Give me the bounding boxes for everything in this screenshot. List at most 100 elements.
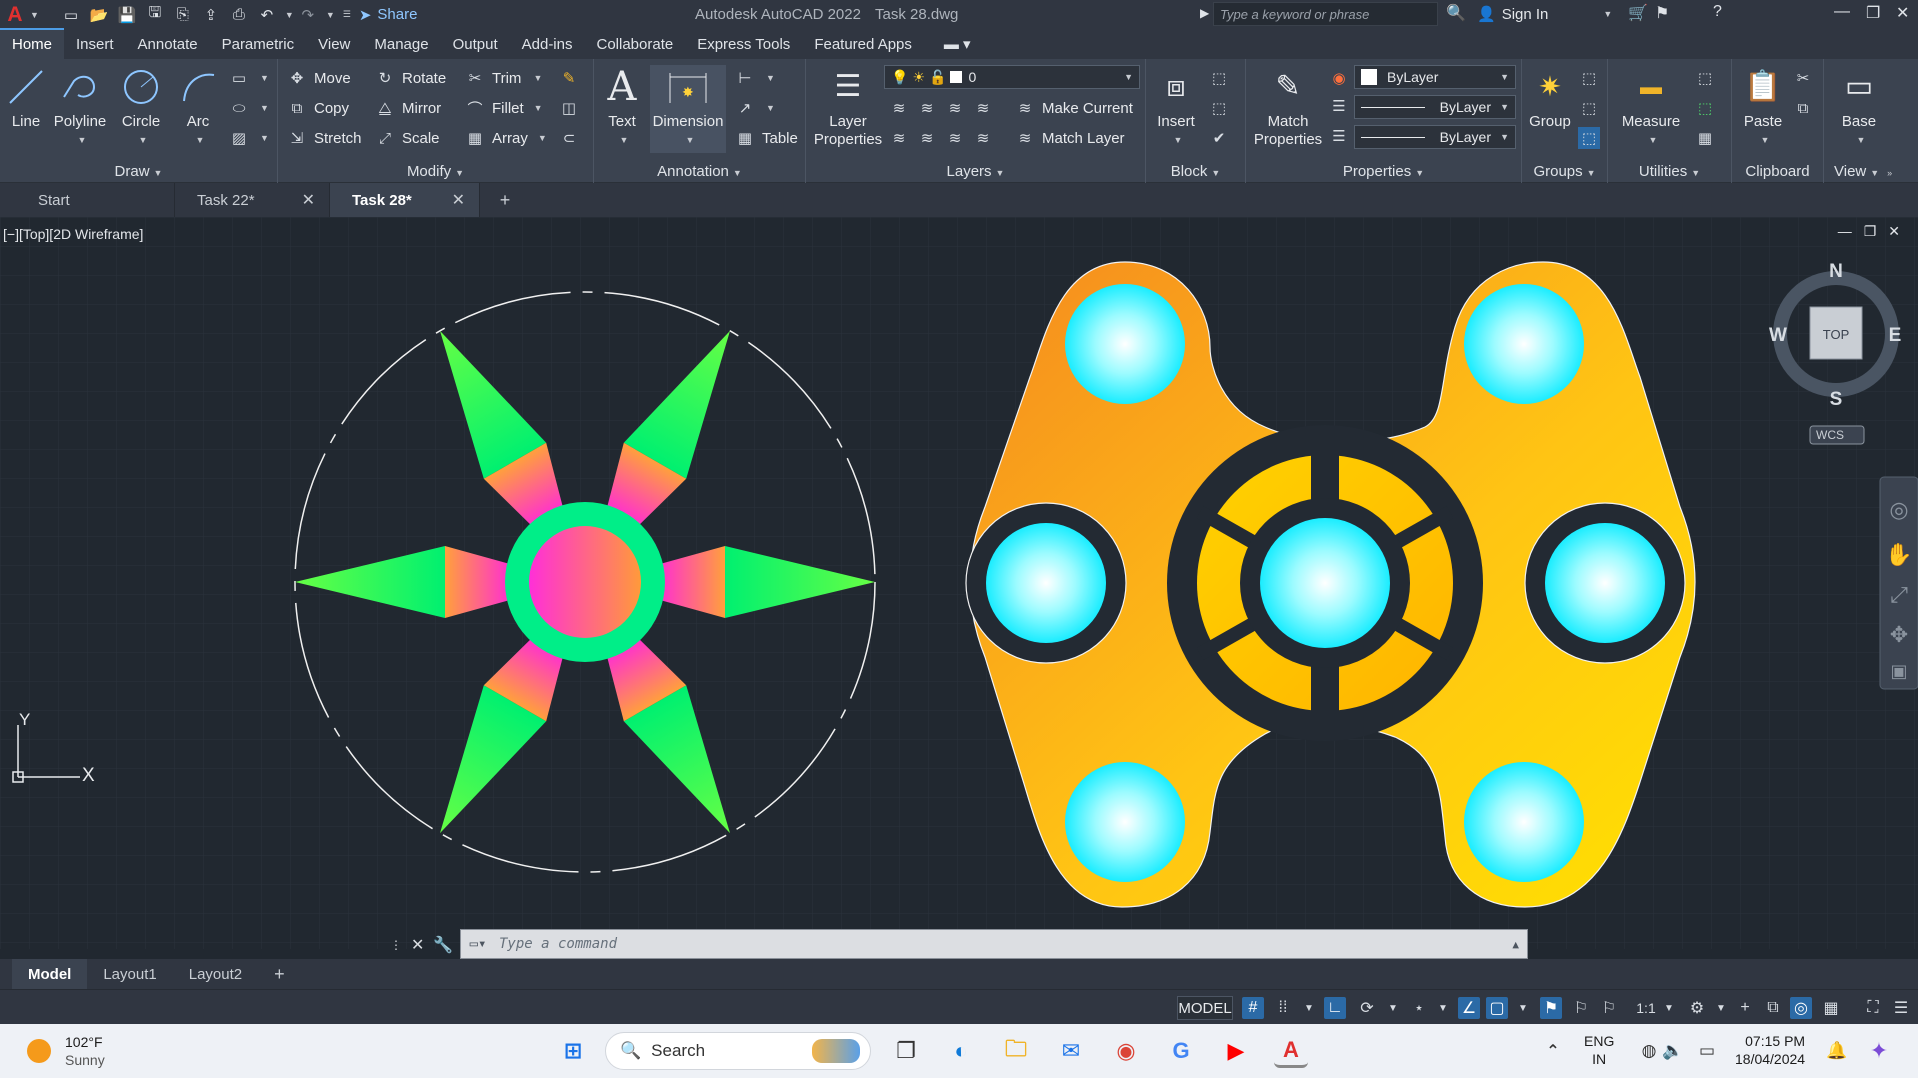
tab-express-tools[interactable]: Express Tools bbox=[685, 30, 802, 59]
start-menu-icon[interactable]: ⊞ bbox=[556, 1034, 590, 1068]
input-language-indicator[interactable]: ENG IN bbox=[1584, 1032, 1614, 1068]
polar-tracking-icon[interactable]: ⟳ bbox=[1356, 997, 1378, 1019]
layer-tools-row-1[interactable]: ≋ ≋ ≋ ≋ bbox=[888, 97, 1000, 119]
view-panel-title[interactable]: View ▼» bbox=[1824, 163, 1918, 180]
ortho-mode-icon[interactable]: ∟ bbox=[1324, 997, 1346, 1019]
open-file-icon[interactable]: 📂 bbox=[88, 4, 110, 26]
notifications-icon[interactable]: 🔔 bbox=[1820, 1034, 1854, 1068]
tab-collaborate[interactable]: Collaborate bbox=[584, 30, 685, 59]
dimension-dropdown-icon[interactable]: ▼ bbox=[686, 131, 695, 149]
show-hidden-icons[interactable]: ⌃ bbox=[1536, 1034, 1570, 1068]
copy-button[interactable]: ⧉ Copy bbox=[286, 97, 349, 119]
insert-button[interactable]: ⧈ Insert ▼ bbox=[1150, 65, 1202, 149]
groups-panel-title[interactable]: Groups ▼ bbox=[1522, 163, 1607, 180]
create-block-button[interactable]: ⬚ bbox=[1208, 67, 1236, 89]
showmotion-icon[interactable]: ▣ bbox=[1890, 661, 1907, 681]
command-line[interactable]: ▭▾ Type a command ▲ bbox=[460, 929, 1528, 959]
text-button[interactable]: A Text ▼ bbox=[602, 65, 642, 149]
scale-dropdown-icon[interactable]: ▼ bbox=[1658, 997, 1680, 1019]
close-window-button[interactable]: ✕ bbox=[1896, 3, 1909, 23]
ungroup-button[interactable]: ⬚ bbox=[1578, 67, 1606, 89]
chrome-icon[interactable]: ◉ bbox=[1109, 1034, 1143, 1068]
viewport-minimize-icon[interactable]: — bbox=[1838, 223, 1852, 240]
draw-panel-title[interactable]: Draw ▼ bbox=[0, 163, 277, 180]
ribbon-display-options-icon[interactable]: ▬ ▾ bbox=[932, 29, 983, 59]
new-tab-button[interactable]: + bbox=[480, 183, 530, 217]
workspace-dropdown-icon[interactable]: ▼ bbox=[1710, 997, 1732, 1019]
share-button[interactable]: ➤ Share bbox=[359, 6, 418, 24]
fillet-dropdown-icon[interactable]: ▼ bbox=[534, 103, 543, 113]
undo-icon[interactable]: ↶ bbox=[256, 4, 278, 26]
linear-dimension-button[interactable]: ⊢ ▼ bbox=[734, 67, 775, 89]
tab-view[interactable]: View bbox=[306, 30, 362, 59]
command-expand-icon[interactable]: ▲ bbox=[1512, 938, 1519, 951]
tab-add-ins[interactable]: Add-ins bbox=[510, 30, 585, 59]
autodesk-app-store-icon[interactable]: 🛒 bbox=[1628, 3, 1648, 23]
drawing-viewport[interactable]: Y X TOP N S E W WCS ◎ ✋ ⤢ ✥ ▣ [−][Top][2… bbox=[0, 217, 1918, 949]
sign-in-button[interactable]: 👤 Sign In ▼ bbox=[1477, 5, 1612, 24]
command-customize-icon[interactable]: 🔧 bbox=[433, 935, 453, 955]
new-file-icon[interactable]: ▭ bbox=[60, 4, 82, 26]
edit-attribute-button[interactable]: ✔ bbox=[1208, 127, 1236, 149]
paste-dropdown-icon[interactable]: ▼ bbox=[1761, 131, 1770, 149]
stretch-button[interactable]: ⇲ Stretch bbox=[286, 127, 362, 149]
cut-button[interactable]: ✂ bbox=[1792, 67, 1820, 89]
tab-home[interactable]: Home bbox=[0, 28, 65, 59]
help-icon[interactable]: ? bbox=[1713, 3, 1722, 21]
app-menu-dropdown-icon[interactable]: ▼ bbox=[30, 10, 39, 20]
isometric-dropdown-icon[interactable]: ▼ bbox=[1432, 997, 1454, 1019]
system-clock[interactable]: 07:15 PM 18/04/2024 bbox=[1735, 1032, 1805, 1068]
tab-parametric[interactable]: Parametric bbox=[210, 30, 307, 59]
dimension-button[interactable]: ✸ Dimension ▼ bbox=[650, 65, 726, 153]
polar-dropdown-icon[interactable]: ▼ bbox=[1382, 997, 1404, 1019]
line-button[interactable]: Line bbox=[8, 65, 44, 131]
polyline-button[interactable]: Polyline ▼ bbox=[52, 65, 108, 149]
redo-icon[interactable]: ↷ bbox=[297, 4, 319, 26]
object-snap-tracking-icon[interactable]: ∠ bbox=[1458, 997, 1480, 1019]
layer-tools-row-2[interactable]: ≋ ≋ ≋ ≋ bbox=[888, 127, 1000, 149]
ellipse-dropdown-icon[interactable]: ▼ bbox=[260, 103, 269, 113]
google-icon[interactable]: G bbox=[1164, 1034, 1198, 1068]
minimize-window-button[interactable]: — bbox=[1834, 3, 1850, 21]
base-dropdown-icon[interactable]: ▼ bbox=[1857, 131, 1866, 149]
compass-north[interactable]: N bbox=[1829, 261, 1843, 282]
match-layer-button[interactable]: ≋ Match Layer bbox=[1014, 127, 1125, 149]
compass-west[interactable]: W bbox=[1769, 325, 1787, 346]
select-all-button[interactable]: ⬚ bbox=[1694, 97, 1722, 119]
snap-mode-icon[interactable]: ⁞⁞ bbox=[1272, 997, 1294, 1019]
volume-icon[interactable]: 🔈 bbox=[1656, 1034, 1690, 1068]
measure-button[interactable]: ▬ Measure ▼ bbox=[1616, 65, 1686, 149]
sign-in-dropdown-icon[interactable]: ▼ bbox=[1603, 9, 1612, 19]
layout-tab-layout2[interactable]: Layout2 bbox=[173, 959, 258, 989]
add-layout-button[interactable]: + bbox=[258, 959, 301, 989]
block-panel-title[interactable]: Block ▼ bbox=[1146, 163, 1245, 180]
auto-scale-icon[interactable]: ⚐ bbox=[1570, 997, 1592, 1019]
taskbar-search-box[interactable]: 🔍 Search bbox=[605, 1032, 871, 1070]
color-dropdown[interactable]: ByLayer ▼ bbox=[1354, 65, 1516, 89]
mirror-button[interactable]: ⧋ Mirror bbox=[374, 97, 441, 119]
isometric-drafting-icon[interactable]: ⋆ bbox=[1408, 997, 1430, 1019]
trim-button[interactable]: ✂ Trim ▼ bbox=[464, 67, 543, 89]
clean-screen-icon[interactable]: ⛶ bbox=[1862, 997, 1884, 1019]
weather-widget[interactable]: 102°F Sunny bbox=[27, 1033, 105, 1069]
autocad-logo-icon[interactable]: A bbox=[0, 0, 30, 29]
snap-dropdown-icon[interactable]: ▼ bbox=[1298, 997, 1320, 1019]
layer-properties-button[interactable]: ☰ Layer Properties bbox=[810, 65, 886, 149]
command-history-icon[interactable]: ▭▾ bbox=[461, 936, 495, 952]
color-wheel-icon[interactable]: ◉ bbox=[1328, 67, 1356, 89]
table-button[interactable]: ▦ Table bbox=[734, 127, 798, 149]
units-icon[interactable]: ⧉ bbox=[1762, 997, 1784, 1019]
viewport-controls-label[interactable]: [−][Top][2D Wireframe] bbox=[3, 226, 143, 242]
leader-button[interactable]: ↗ ▼ bbox=[734, 97, 775, 119]
mail-icon[interactable]: ✉ bbox=[1054, 1034, 1088, 1068]
close-tab-task-28-icon[interactable]: ✕ bbox=[452, 190, 465, 210]
command-close-icon[interactable]: ✕ bbox=[411, 935, 424, 955]
object-snap-dropdown-icon[interactable]: ▼ bbox=[1512, 997, 1534, 1019]
task-view-icon[interactable]: ❐ bbox=[889, 1034, 923, 1068]
open-from-web-icon[interactable]: ⎘ bbox=[172, 4, 194, 26]
linear-dimension-dropdown-icon[interactable]: ▼ bbox=[766, 73, 775, 83]
tab-output[interactable]: Output bbox=[441, 30, 510, 59]
rotate-button[interactable]: ↻ Rotate bbox=[374, 67, 447, 89]
restore-window-button[interactable]: ❐ bbox=[1866, 3, 1880, 23]
command-grip-icon[interactable]: ⋮ bbox=[390, 938, 402, 952]
